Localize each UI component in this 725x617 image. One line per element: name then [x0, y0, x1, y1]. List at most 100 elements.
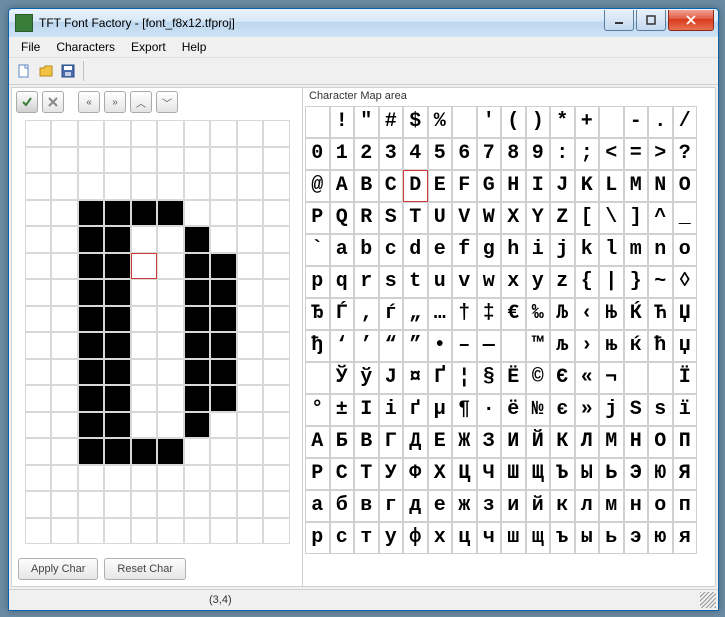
pixel-cell[interactable] — [25, 253, 52, 280]
charmap-cell[interactable]: " — [354, 106, 379, 138]
charmap-cell[interactable]: б — [330, 490, 355, 522]
pixel-cell[interactable] — [157, 438, 184, 465]
pixel-cell[interactable] — [263, 465, 290, 492]
pixel-cell[interactable] — [210, 438, 237, 465]
pixel-cell[interactable] — [237, 226, 264, 253]
charmap-cell[interactable]: Б — [330, 426, 355, 458]
charmap-cell[interactable]: Щ — [526, 458, 551, 490]
pixel-cell[interactable] — [131, 359, 158, 386]
pixel-cell[interactable] — [237, 359, 264, 386]
charmap-cell[interactable]: · — [477, 394, 502, 426]
pixel-cell[interactable] — [51, 226, 78, 253]
charmap-cell[interactable]: ‚ — [354, 298, 379, 330]
pixel-cell[interactable] — [131, 147, 158, 174]
charmap-cell[interactable]: ѕ — [648, 394, 673, 426]
charmap-cell[interactable]: o — [673, 234, 698, 266]
pixel-cell[interactable] — [210, 385, 237, 412]
pixel-cell[interactable] — [184, 306, 211, 333]
pixel-cell[interactable] — [184, 120, 211, 147]
charmap-cell[interactable]: П — [673, 426, 698, 458]
pixel-cell[interactable] — [157, 518, 184, 545]
pixel-cell[interactable] — [237, 306, 264, 333]
pixel-cell[interactable] — [131, 279, 158, 306]
pixel-cell[interactable] — [51, 359, 78, 386]
charmap-cell[interactable]: P — [305, 202, 330, 234]
charmap-cell[interactable]: ь — [599, 522, 624, 554]
pixel-editor[interactable] — [12, 116, 302, 552]
pixel-cell[interactable] — [157, 120, 184, 147]
pixel-cell[interactable] — [51, 120, 78, 147]
pixel-cell[interactable] — [25, 306, 52, 333]
pixel-cell[interactable] — [210, 359, 237, 386]
charmap-cell[interactable]: а — [305, 490, 330, 522]
charmap-cell[interactable] — [305, 362, 330, 394]
charmap-cell[interactable]: > — [648, 138, 673, 170]
charmap-cell[interactable]: Ъ — [550, 458, 575, 490]
charmap-cell[interactable]: T — [403, 202, 428, 234]
charmap-cell[interactable]: w — [477, 266, 502, 298]
pixel-cell[interactable] — [104, 385, 131, 412]
charmap-cell[interactable]: 4 — [403, 138, 428, 170]
charmap-cell[interactable]: н — [624, 490, 649, 522]
charmap-cell[interactable]: я — [673, 522, 698, 554]
pixel-cell[interactable] — [78, 412, 105, 439]
pixel-cell[interactable] — [157, 226, 184, 253]
charmap-cell[interactable]: Р — [305, 458, 330, 490]
charmap-cell[interactable]: ¬ — [599, 362, 624, 394]
resize-grip-icon[interactable] — [700, 592, 716, 608]
charmap-cell[interactable]: ї — [673, 394, 698, 426]
charmap-cell[interactable]: e — [428, 234, 453, 266]
charmap-cell[interactable]: ы — [575, 522, 600, 554]
pixel-cell[interactable] — [78, 200, 105, 227]
charmap-cell[interactable]: j — [550, 234, 575, 266]
charmap-cell[interactable]: ­ — [624, 362, 649, 394]
pixel-cell[interactable] — [157, 412, 184, 439]
pixel-cell[interactable] — [25, 226, 52, 253]
new-file-icon[interactable] — [15, 62, 33, 80]
charmap-cell[interactable]: о — [648, 490, 673, 522]
pixel-cell[interactable] — [263, 306, 290, 333]
charmap-cell[interactable]: ( — [501, 106, 526, 138]
nav-first-icon[interactable]: « — [78, 91, 100, 113]
charmap-cell[interactable]: _ — [673, 202, 698, 234]
pixel-cell[interactable] — [210, 332, 237, 359]
pixel-cell[interactable] — [184, 279, 211, 306]
charmap-cell[interactable]: Є — [550, 362, 575, 394]
charmap-cell[interactable]: h — [501, 234, 526, 266]
charmap-cell[interactable]: ◊ — [673, 266, 698, 298]
charmap-cell[interactable]: i — [526, 234, 551, 266]
pixel-cell[interactable] — [51, 412, 78, 439]
pixel-cell[interactable] — [237, 173, 264, 200]
charmap-cell[interactable]: l — [599, 234, 624, 266]
charmap-cell[interactable]: њ — [599, 330, 624, 362]
charmap-cell[interactable]: . — [648, 106, 673, 138]
charmap-cell[interactable]: Џ — [673, 298, 698, 330]
charmap-cell[interactable]: © — [526, 362, 551, 394]
charmap-cell[interactable]: F — [452, 170, 477, 202]
pixel-cell[interactable] — [51, 438, 78, 465]
charmap-cell[interactable]: И — [501, 426, 526, 458]
pixel-cell[interactable] — [157, 332, 184, 359]
charmap-cell[interactable]: Ґ — [428, 362, 453, 394]
charmap-cell[interactable]: “ — [379, 330, 404, 362]
charmap-cell[interactable]: щ — [526, 522, 551, 554]
pixel-cell[interactable] — [51, 465, 78, 492]
charmap-cell[interactable]: Ш — [501, 458, 526, 490]
charmap-cell[interactable]: і — [379, 394, 404, 426]
pixel-cell[interactable] — [131, 465, 158, 492]
pixel-cell[interactable] — [157, 465, 184, 492]
charmap-cell[interactable]: » — [575, 394, 600, 426]
charmap-cell[interactable] — [452, 106, 477, 138]
pixel-cell[interactable] — [104, 491, 131, 518]
pixel-cell[interactable] — [131, 332, 158, 359]
close-button[interactable] — [668, 10, 714, 31]
charmap-cell[interactable]: в — [354, 490, 379, 522]
pixel-cell[interactable] — [131, 253, 158, 280]
charmap-cell[interactable]: # — [379, 106, 404, 138]
pixel-cell[interactable] — [184, 438, 211, 465]
pixel-cell[interactable] — [104, 412, 131, 439]
charmap-cell[interactable]: и — [501, 490, 526, 522]
pixel-cell[interactable] — [131, 200, 158, 227]
pixel-cell[interactable] — [131, 518, 158, 545]
pixel-cell[interactable] — [237, 253, 264, 280]
